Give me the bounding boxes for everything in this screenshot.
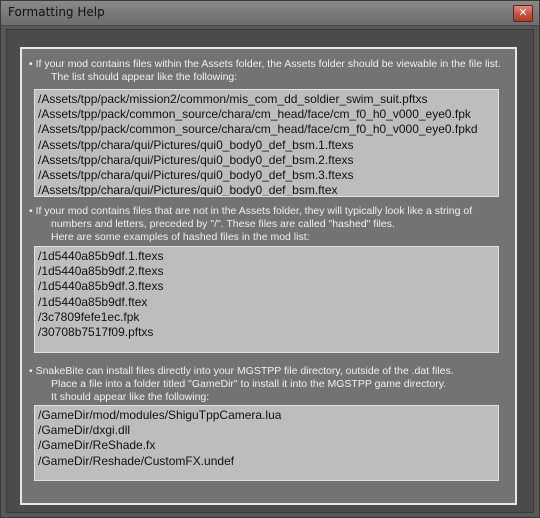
window-title: Formatting Help xyxy=(8,5,105,19)
info-line: The list should appear like the followin… xyxy=(51,71,238,83)
list-item: /Assets/tpp/chara/qui/Pictures/qui0_body… xyxy=(38,152,354,167)
info-line: • If your mod contains files that are no… xyxy=(29,205,473,217)
hashed-info-text: • If your mod contains files that are no… xyxy=(29,205,472,244)
title-bar[interactable]: Formatting Help ✕ xyxy=(1,1,539,26)
list-item: /1d5440a85b9df.2.ftexs xyxy=(38,264,164,279)
info-line: • SnakeBite can install files directly i… xyxy=(29,365,454,377)
info-line: Place a file into a folder titled "GameD… xyxy=(51,378,447,390)
list-item: /GameDir/mod/modules/ShiguTppCamera.lua xyxy=(38,408,282,422)
list-item: /GameDir/ReShade.fx xyxy=(38,438,156,453)
close-button[interactable]: ✕ xyxy=(513,5,533,22)
gamedir-info-text: • SnakeBite can install files directly i… xyxy=(29,365,454,404)
list-item: /Assets/tpp/pack/common_source/chara/cm_… xyxy=(38,122,478,137)
list-item: /Assets/tpp/chara/qui/Pictures/qui0_body… xyxy=(38,137,354,152)
list-item: /1d5440a85b9df.1.ftexs xyxy=(38,249,164,263)
info-line: numbers and letters, preceded by "/". Th… xyxy=(51,218,395,230)
hashed-example-list[interactable]: /1d5440a85b9df.1.ftexs /1d5440a85b9df.2.… xyxy=(34,246,499,353)
assets-info-text: • If your mod contains files within the … xyxy=(29,58,501,84)
list-item: /GameDir/Reshade/CustomFX.undef xyxy=(38,453,235,468)
list-item: /Assets/tpp/pack/mission2/common/mis_com… xyxy=(38,92,428,106)
list-item: /3c7809fefe1ec.fpk xyxy=(38,309,140,324)
list-item: /Assets/tpp/chara/qui/Pictures/qui0_body… xyxy=(38,183,338,197)
list-item: /1d5440a85b9df.ftex xyxy=(38,294,148,309)
list-item: /GameDir/dxgi.dll xyxy=(38,423,131,438)
help-panel: • If your mod contains files within the … xyxy=(20,47,517,505)
formatting-help-window: Formatting Help ✕ • If your mod contains… xyxy=(0,0,540,518)
client-area: • If your mod contains files within the … xyxy=(6,29,534,513)
list-item: /1d5440a85b9df.3.ftexs xyxy=(38,279,164,294)
list-item: /Assets/tpp/chara/qui/Pictures/qui0_body… xyxy=(38,168,354,183)
assets-example-list[interactable]: /Assets/tpp/pack/mission2/common/mis_com… xyxy=(34,89,499,197)
info-line: • If your mod contains files within the … xyxy=(29,58,501,70)
gamedir-example-list[interactable]: /GameDir/mod/modules/ShiguTppCamera.lua … xyxy=(34,405,499,481)
list-item: /30708b7517f09.pftxs xyxy=(38,325,154,340)
info-line: It should appear like the following: xyxy=(51,391,210,403)
info-line: Here are some examples of hashed files i… xyxy=(51,231,310,243)
list-item: /Assets/tpp/pack/common_source/chara/cm_… xyxy=(38,107,471,122)
